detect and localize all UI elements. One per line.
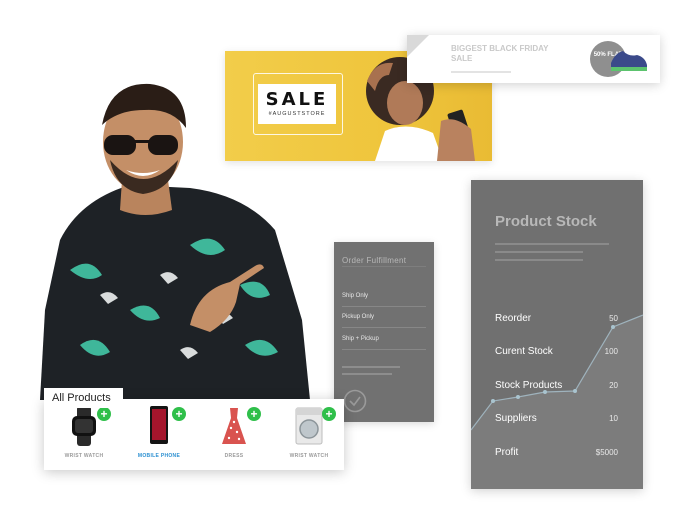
black-friday-title: BIGGEST BLACK FRIDAY SALE	[451, 44, 549, 63]
add-plus-icon[interactable]: +	[322, 407, 336, 421]
add-plus-icon[interactable]: +	[172, 407, 186, 421]
stock-label-profit: Profit	[495, 447, 519, 458]
product-washing-machine[interactable]: + WRIST WATCH	[274, 406, 344, 466]
product-caption: MOBILE PHONE	[137, 453, 181, 459]
order-option-pickup-only[interactable]: Pickup Only	[342, 307, 426, 328]
sneaker-icon	[611, 51, 647, 71]
placeholder-line	[342, 373, 392, 375]
add-plus-icon[interactable]: +	[247, 407, 261, 421]
stock-label-suppliers: Suppliers	[495, 413, 537, 424]
order-fulfillment-card: Order Fulfillment Ship Only Pickup Only …	[334, 242, 434, 422]
product-stock-title: Product Stock	[495, 213, 597, 230]
product-wrist-watch[interactable]: + WRIST WATCH	[49, 406, 119, 466]
black-friday-banner[interactable]: BIGGEST BLACK FRIDAY SALE 50% FLAT	[407, 35, 660, 83]
stock-label-reorder: Reorder	[495, 313, 532, 324]
stock-label-current: Curent Stock	[495, 346, 553, 357]
all-products-tab[interactable]: All Products	[44, 388, 123, 408]
stock-value-reorder: 50	[609, 314, 618, 323]
check-circle-icon	[343, 389, 367, 413]
product-caption: WRIST WATCH	[289, 453, 329, 459]
product-caption: DRESS	[224, 453, 244, 459]
product-dress[interactable]: + DRESS	[199, 406, 269, 466]
placeholder-line	[495, 251, 583, 253]
placeholder-line	[342, 366, 400, 368]
stock-value-products: 20	[609, 381, 618, 390]
placeholder-line	[495, 259, 583, 261]
man-pointing-photo	[40, 83, 310, 400]
banner-corner	[407, 35, 429, 57]
product-stock-card: Product Stock Reorder 50 Curent Stock 10…	[471, 180, 643, 489]
stock-trend-chart	[471, 314, 643, 489]
stock-value-current: 100	[604, 347, 618, 356]
placeholder-line	[495, 243, 609, 245]
all-products-card: + WRIST WATCH + MOBILE PHONE + DRESS + W…	[44, 399, 344, 470]
order-option-ship-only[interactable]: Ship Only	[342, 286, 426, 307]
text-placeholder-line	[451, 71, 511, 73]
stock-label-products: Stock Products	[495, 380, 563, 391]
add-plus-icon[interactable]: +	[97, 407, 111, 421]
order-option-ship-pickup[interactable]: Ship + Pickup	[342, 329, 426, 350]
stock-value-profit: $5000	[595, 448, 618, 457]
product-caption: WRIST WATCH	[64, 453, 104, 459]
order-fulfillment-title: Order Fulfillment	[342, 256, 407, 265]
product-mobile-phone[interactable]: + MOBILE PHONE	[124, 406, 194, 466]
stock-value-suppliers: 10	[609, 414, 618, 423]
